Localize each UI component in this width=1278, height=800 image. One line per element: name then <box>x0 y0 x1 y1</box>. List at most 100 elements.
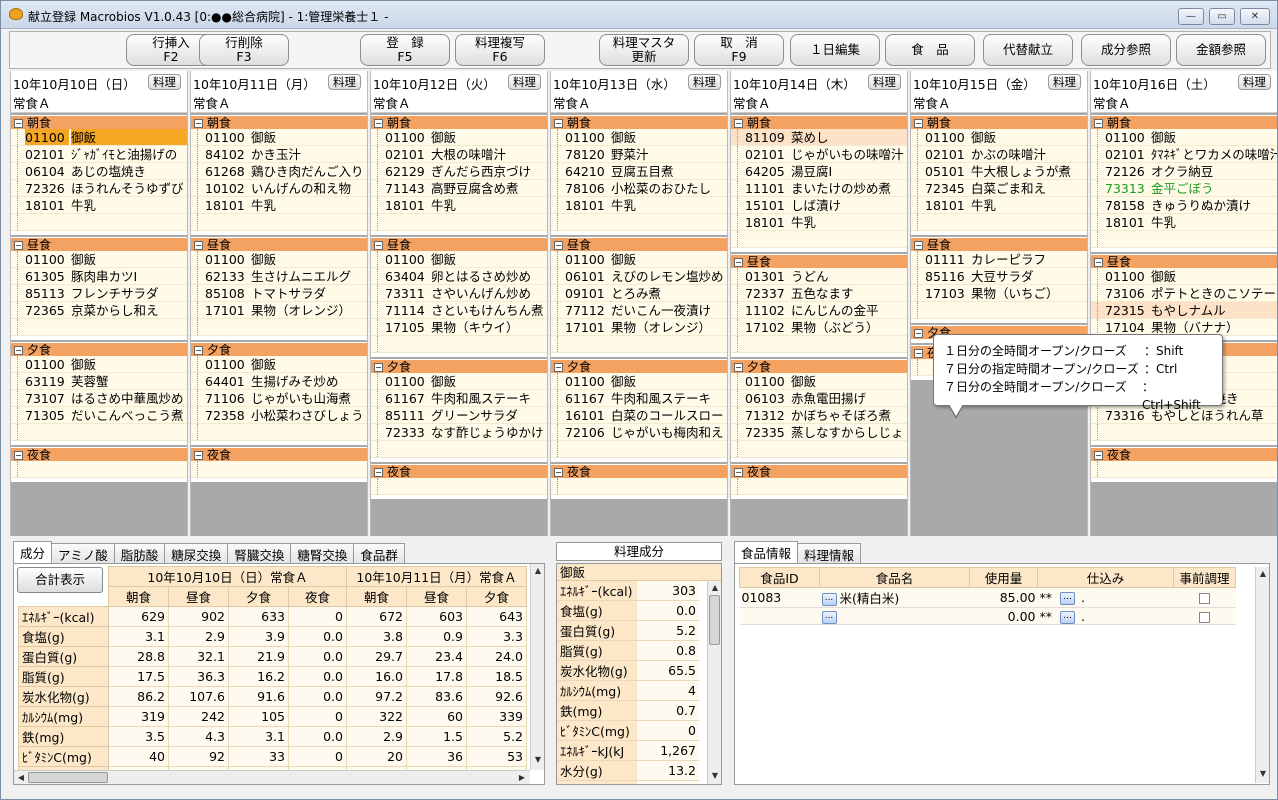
empty-row[interactable] <box>551 214 727 231</box>
meal-header[interactable]: − 昼食 <box>551 237 727 252</box>
pre-cook-checkbox[interactable] <box>1199 593 1210 604</box>
meal-header[interactable]: −夜食 <box>371 464 547 479</box>
meal-header[interactable]: − 昼食 <box>371 237 547 252</box>
collapse-icon[interactable]: − <box>374 363 383 372</box>
dish-row[interactable]: 72335 蒸しなすからしじょ <box>731 424 907 441</box>
dish-row[interactable]: 72337 五色なます <box>731 285 907 302</box>
nutrition-tab[interactable]: 脂肪酸 <box>113 543 166 563</box>
dish-button[interactable]: 料理 <box>868 74 901 90</box>
dish-row[interactable]: 72365 京菜からし和え <box>11 302 187 319</box>
empty-row[interactable] <box>11 214 187 231</box>
collapse-icon[interactable]: − <box>554 363 563 372</box>
collapse-icon[interactable]: − <box>194 241 203 250</box>
meal-header[interactable]: − 朝食 <box>191 115 367 130</box>
dish-row[interactable]: 01100 御飯 <box>731 373 907 390</box>
food-search-button[interactable]: ... <box>821 593 837 606</box>
collapse-icon[interactable]: − <box>914 349 923 358</box>
minimize-button[interactable]: — <box>1178 8 1204 25</box>
dish-row[interactable]: 01100 御飯 <box>551 373 727 390</box>
dish-row[interactable]: 72315 もやしナムル <box>1091 302 1277 319</box>
dish-row[interactable]: 01100 御飯 <box>551 129 727 146</box>
food-name-cell[interactable]: ... 米(精白米) <box>819 587 970 608</box>
meal-header[interactable]: −夕食 <box>731 359 907 374</box>
food-amount[interactable]: 0.00 <box>969 607 1038 625</box>
collapse-icon[interactable]: − <box>14 346 23 355</box>
nutrition-tab[interactable]: 糖尿交換 <box>164 543 229 563</box>
food-info-tab[interactable]: 料理情報 <box>797 543 862 563</box>
empty-row[interactable] <box>371 214 547 231</box>
dish-button[interactable]: 料理 <box>1238 74 1271 90</box>
component-ref-button[interactable]: 成分参照 <box>1081 34 1171 66</box>
dish-row[interactable]: 17102 果物（ぶどう） <box>731 319 907 336</box>
dish-row[interactable]: 73106 ポテトときのこソテー <box>1091 285 1277 302</box>
meal-header[interactable]: −夕食 <box>551 359 727 374</box>
delete-row-button[interactable]: 行削除 F3 <box>199 34 289 66</box>
collapse-icon[interactable]: − <box>734 363 743 372</box>
dish-vscroll[interactable]: ▲ ▼ <box>707 581 721 784</box>
dish-row[interactable]: 01111 カレーピラフ <box>911 251 1087 268</box>
dish-row[interactable]: 85113 フレンチサラダ <box>11 285 187 302</box>
dish-row[interactable]: 64205 湯豆腐Ⅰ <box>731 163 907 180</box>
collapse-icon[interactable]: − <box>554 241 563 250</box>
dish-button[interactable]: 料理 <box>148 74 181 90</box>
food-row[interactable]: 01083... 米(精白米) 85.00 **.... <box>739 587 1236 608</box>
dish-row[interactable]: 18101 牛乳 <box>191 197 367 214</box>
dish-row[interactable]: 01100 御飯 <box>371 129 547 146</box>
empty-row[interactable] <box>11 461 187 478</box>
dish-row[interactable]: 72358 小松菜わさびしょう <box>191 407 367 424</box>
scroll-up-icon[interactable]: ▲ <box>709 582 721 594</box>
nutrition-tab[interactable]: アミノ酸 <box>51 543 115 563</box>
meal-header[interactable]: −夜食 <box>1091 447 1277 462</box>
hscroll-thumb[interactable] <box>28 772 108 783</box>
empty-row[interactable] <box>371 336 547 353</box>
empty-row[interactable] <box>191 461 367 478</box>
meal-header[interactable]: − 昼食 <box>911 237 1087 252</box>
dish-row[interactable]: 81109 菜めし <box>731 129 907 146</box>
prep-button[interactable]: ... <box>1060 610 1075 624</box>
meal-header[interactable]: −夕食 <box>11 342 187 357</box>
meal-header[interactable]: − 朝食 <box>911 115 1087 130</box>
dish-row[interactable]: 78120 野菜汁 <box>551 146 727 163</box>
dish-button[interactable]: 料理 <box>1048 74 1081 90</box>
empty-row[interactable] <box>731 478 907 495</box>
nutrition-hscroll[interactable]: ◀ ▶ <box>14 770 530 784</box>
dish-row[interactable]: 02101 ﾀﾏﾈｷﾞとワカメの味噌汁 <box>1091 146 1277 163</box>
dish-row[interactable]: 10102 いんげんの和え物 <box>191 180 367 197</box>
dish-row[interactable]: 01100 御飯 <box>11 251 187 268</box>
collapse-icon[interactable]: − <box>734 119 743 128</box>
dish-row[interactable]: 61167 牛肉和風ステーキ <box>551 390 727 407</box>
dish-row[interactable]: 18101 牛乳 <box>551 197 727 214</box>
food-button[interactable]: 食 品 <box>885 34 975 66</box>
empty-row[interactable] <box>911 302 1087 319</box>
dish-row[interactable]: 01100 御飯 <box>1091 129 1277 146</box>
collapse-icon[interactable]: − <box>194 451 203 460</box>
empty-row[interactable] <box>911 214 1087 231</box>
collapse-icon[interactable]: − <box>1094 258 1103 267</box>
alternate-menu-button[interactable]: 代替献立 <box>983 34 1073 66</box>
collapse-icon[interactable]: − <box>374 468 383 477</box>
dish-row[interactable]: 18101 牛乳 <box>11 197 187 214</box>
collapse-icon[interactable]: − <box>1094 119 1103 128</box>
meal-header[interactable]: − 昼食 <box>191 237 367 252</box>
pre-cook-cell[interactable] <box>1173 607 1236 625</box>
food-info-tab[interactable]: 食品情報 <box>734 541 799 563</box>
meal-header[interactable]: −夜食 <box>551 464 727 479</box>
dish-row[interactable]: 17101 果物（オレンジ） <box>551 319 727 336</box>
cost-ref-button[interactable]: 金額参照 <box>1176 34 1266 66</box>
dish-row[interactable]: 61167 牛肉和風ステーキ <box>371 390 547 407</box>
food-amount[interactable]: 85.00 <box>969 587 1038 608</box>
dish-row[interactable]: 64401 生揚げみそ炒め <box>191 373 367 390</box>
close-button[interactable]: ✕ <box>1240 8 1270 25</box>
meal-header[interactable]: − 昼食 <box>731 254 907 269</box>
dish-row[interactable]: 01100 御飯 <box>551 251 727 268</box>
dish-row[interactable]: 02101 ｼﾞｬｶﾞｲﾓと油揚げの <box>11 146 187 163</box>
copy-dish-button[interactable]: 料理複写 F6 <box>455 34 545 66</box>
collapse-icon[interactable]: − <box>14 119 23 128</box>
scroll-down-icon[interactable]: ▼ <box>709 770 721 782</box>
dish-row[interactable]: 61268 鶏ひき肉だんご入り <box>191 163 367 180</box>
meal-header[interactable]: − 朝食 <box>11 115 187 130</box>
dish-row[interactable]: 16101 白菜のコールスロー <box>551 407 727 424</box>
empty-row[interactable] <box>371 441 547 458</box>
pre-cook-checkbox[interactable] <box>1199 611 1210 623</box>
dish-row[interactable]: 01100 御飯 <box>191 356 367 373</box>
